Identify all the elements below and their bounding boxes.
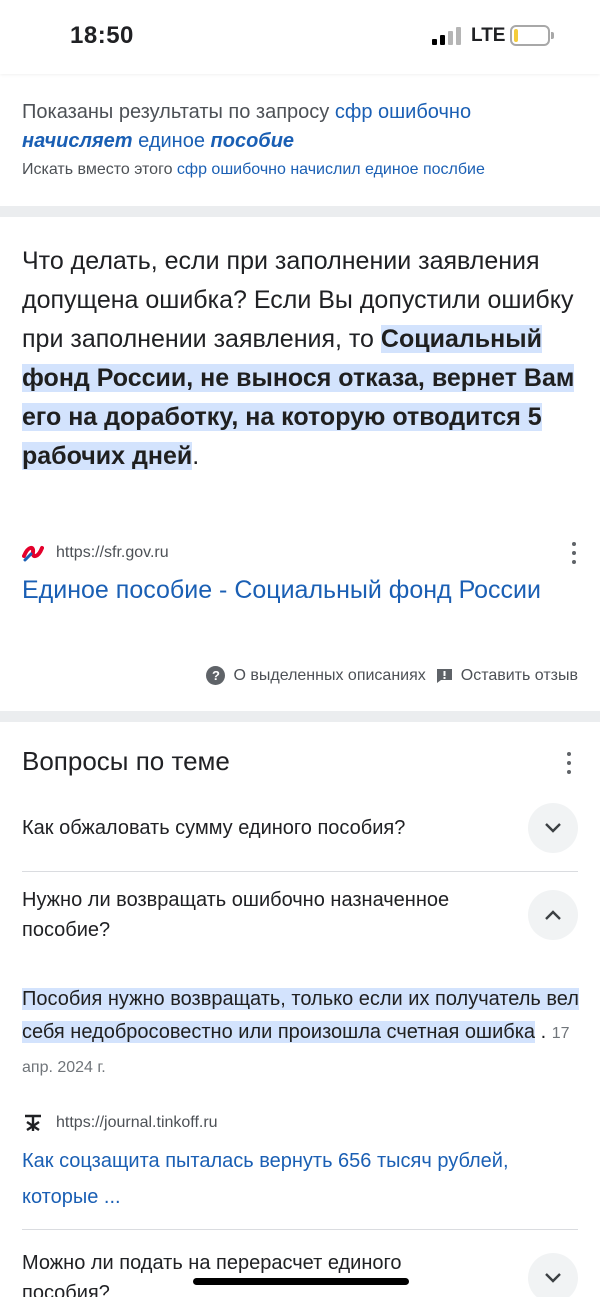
featured-snippet-text: Что делать, если при заполнении заявлени…	[22, 247, 575, 470]
network-type: LTE	[471, 25, 506, 46]
status-time: 18:50	[70, 22, 134, 49]
question-text: Как обжаловать сумму единого пособия?	[22, 817, 406, 839]
query-correction: Показаны результаты по запросу сфр ошибо…	[22, 98, 582, 182]
answer-source-url: https://journal.tinkoff.ru	[56, 1114, 218, 1131]
question-divider	[22, 1229, 578, 1230]
more-options-icon[interactable]	[570, 542, 578, 564]
answer-highlight: Пособия нужно возвращать, только если их…	[22, 988, 579, 1043]
help-icon: ?	[206, 666, 226, 685]
snippet-source[interactable]: https://sfr.gov.ru	[22, 540, 578, 566]
signal-bar	[440, 35, 445, 45]
question-text: Нужно ли возвращать ошибочно назначенное…	[22, 889, 450, 941]
feedback-row: ? О выделенных описаниях Оставить отзыв	[206, 666, 578, 685]
search-instead-label: Искать вместо этого	[22, 161, 173, 178]
related-more-options-icon[interactable]	[565, 752, 573, 774]
about-snippets-button[interactable]: ? О выделенных описаниях	[206, 666, 426, 685]
question-divider	[22, 871, 578, 872]
chevron-down-icon[interactable]	[528, 803, 578, 853]
leave-feedback-button[interactable]: Оставить отзыв	[436, 667, 578, 685]
question-answer: Пособия нужно возвращать, только если их…	[22, 988, 579, 1076]
signal-bar	[432, 39, 437, 45]
sfr-logo-icon	[22, 542, 44, 564]
home-indicator[interactable]	[193, 1278, 409, 1285]
question-row[interactable]: Нужно ли возвращать ошибочно назначенное…	[22, 885, 578, 945]
signal-icon	[432, 27, 461, 45]
original-query-link[interactable]: сфр ошибочно начислил единое послбие	[177, 161, 485, 178]
snippet-result-link[interactable]: Единое пособие - Социальный фонд России	[22, 572, 582, 609]
search-instead-line: Искать вместо этого сфр ошибочно начисли…	[22, 158, 582, 182]
answer-source[interactable]: https://journal.tinkoff.ru	[22, 1112, 218, 1134]
feedback-icon	[436, 668, 452, 683]
battery-tip	[551, 32, 554, 39]
snippet-source-url: https://sfr.gov.ru	[56, 544, 169, 561]
section-separator	[0, 711, 600, 722]
tinkoff-journal-logo-icon	[22, 1112, 44, 1134]
status-bar: 18:50 LTE	[0, 0, 600, 74]
section-separator	[0, 206, 600, 217]
question-row[interactable]: Можно ли подать на перерасчет единого по…	[22, 1248, 578, 1297]
answer-result-link[interactable]: Как соцзащита пыталась вернуть 656 тысяч…	[22, 1143, 582, 1215]
question-text: Можно ли подать на перерасчет единого по…	[22, 1252, 402, 1297]
showing-results-line: Показаны результаты по запросу сфр ошибо…	[22, 98, 582, 156]
showing-results-label: Показаны результаты по запросу	[22, 101, 330, 123]
chevron-up-icon[interactable]	[528, 890, 578, 940]
related-questions-title: Вопросы по теме	[22, 746, 230, 776]
signal-bar	[456, 27, 461, 45]
signal-bar	[448, 31, 453, 45]
question-row[interactable]: Как обжаловать сумму единого пособия?	[22, 803, 578, 853]
battery-icon	[510, 25, 550, 46]
chevron-down-icon[interactable]	[528, 1253, 578, 1297]
